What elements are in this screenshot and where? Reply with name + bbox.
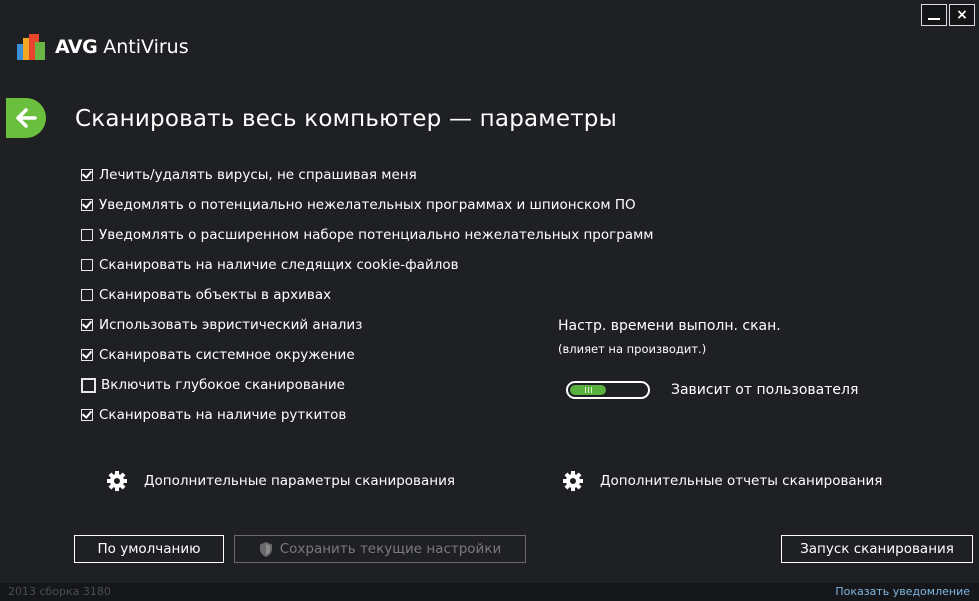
- option-label: Сканировать системное окружение: [99, 347, 355, 363]
- close-button[interactable]: ×: [949, 4, 975, 26]
- window-controls: ×: [921, 4, 975, 26]
- checkbox[interactable]: [81, 289, 93, 301]
- option-label: Уведомлять о расширенном наборе потенциа…: [99, 227, 654, 243]
- button-label: Сохранить текущие настройки: [279, 541, 502, 557]
- option-label: Сканировать на наличие руткитов: [99, 407, 347, 423]
- option-notify-extended-pup[interactable]: Уведомлять о расширенном наборе потенциа…: [81, 220, 653, 250]
- option-label: Лечить/удалять вирусы, не спрашивая меня: [99, 167, 417, 183]
- option-label: Сканировать объекты в архивах: [99, 287, 332, 303]
- checkbox[interactable]: [81, 348, 93, 361]
- logo-brand: AVG: [55, 36, 98, 58]
- link-label: Дополнительные отчеты сканирования: [600, 473, 883, 489]
- scan-priority-control: Зависит от пользователя: [566, 381, 858, 399]
- slider-handle[interactable]: [570, 385, 606, 395]
- minimize-button[interactable]: [921, 4, 947, 26]
- avg-logo-icon: [17, 34, 45, 60]
- page-title: Сканировать весь компьютер — параметры: [75, 106, 617, 132]
- scan-priority-value: Зависит от пользователя: [671, 382, 859, 398]
- show-notification-link[interactable]: Показать уведомление: [835, 585, 970, 598]
- advanced-params-link[interactable]: Дополнительные параметры сканирования: [107, 471, 455, 491]
- app-logo: AVG AntiVirus: [17, 34, 189, 60]
- option-label: Использовать эвристический анализ: [99, 317, 363, 333]
- advanced-reports-link[interactable]: Дополнительные отчеты сканирования: [563, 471, 882, 491]
- close-icon: ×: [956, 7, 968, 23]
- checkbox[interactable]: [81, 168, 93, 181]
- scan-priority-slider[interactable]: [566, 381, 650, 399]
- shield-icon: [259, 541, 272, 557]
- logo-product: AntiVirus: [103, 36, 189, 58]
- option-label: Уведомлять о потенциально нежелательных …: [99, 197, 636, 213]
- link-label: Дополнительные параметры сканирования: [144, 473, 456, 489]
- start-scan-button[interactable]: Запуск сканирования: [781, 535, 973, 563]
- gear-icon: [107, 471, 127, 491]
- scan-time-subtitle: (влияет на производит.): [558, 342, 707, 356]
- scan-time-setting: Настр. времени выполн. скан. (влияет на …: [558, 318, 781, 356]
- back-button[interactable]: [6, 98, 46, 138]
- checkbox[interactable]: [81, 377, 96, 393]
- gear-icon: [563, 471, 583, 491]
- checkbox[interactable]: [81, 229, 93, 241]
- option-heal-viruses[interactable]: Лечить/удалять вирусы, не спрашивая меня: [81, 160, 653, 190]
- version-text: 2013 сборка 3180: [8, 585, 111, 598]
- scan-time-title: Настр. времени выполн. скан.: [558, 318, 781, 334]
- checkbox[interactable]: [81, 318, 93, 331]
- checkbox[interactable]: [81, 259, 93, 271]
- save-settings-button[interactable]: Сохранить текущие настройки: [234, 535, 526, 563]
- option-tracking-cookies[interactable]: Сканировать на наличие следящих cookie-ф…: [81, 250, 653, 280]
- option-notify-pup[interactable]: Уведомлять о потенциально нежелательных …: [81, 190, 653, 220]
- checkbox[interactable]: [81, 198, 93, 211]
- app-window: × AVG AntiVirus Сканировать весь компьют…: [0, 0, 979, 601]
- default-button[interactable]: По умолчанию: [74, 535, 224, 563]
- minimize-icon: [928, 18, 940, 20]
- option-label: Включить глубокое сканирование: [101, 377, 345, 393]
- option-scan-archives[interactable]: Сканировать объекты в архивах: [81, 280, 653, 310]
- checkbox[interactable]: [81, 408, 93, 421]
- status-bar: 2013 сборка 3180 Показать уведомление: [0, 583, 979, 601]
- option-rootkits[interactable]: Сканировать на наличие руткитов: [81, 400, 653, 430]
- arrow-left-icon: [16, 108, 37, 128]
- option-label: Сканировать на наличие следящих cookie-ф…: [99, 257, 459, 273]
